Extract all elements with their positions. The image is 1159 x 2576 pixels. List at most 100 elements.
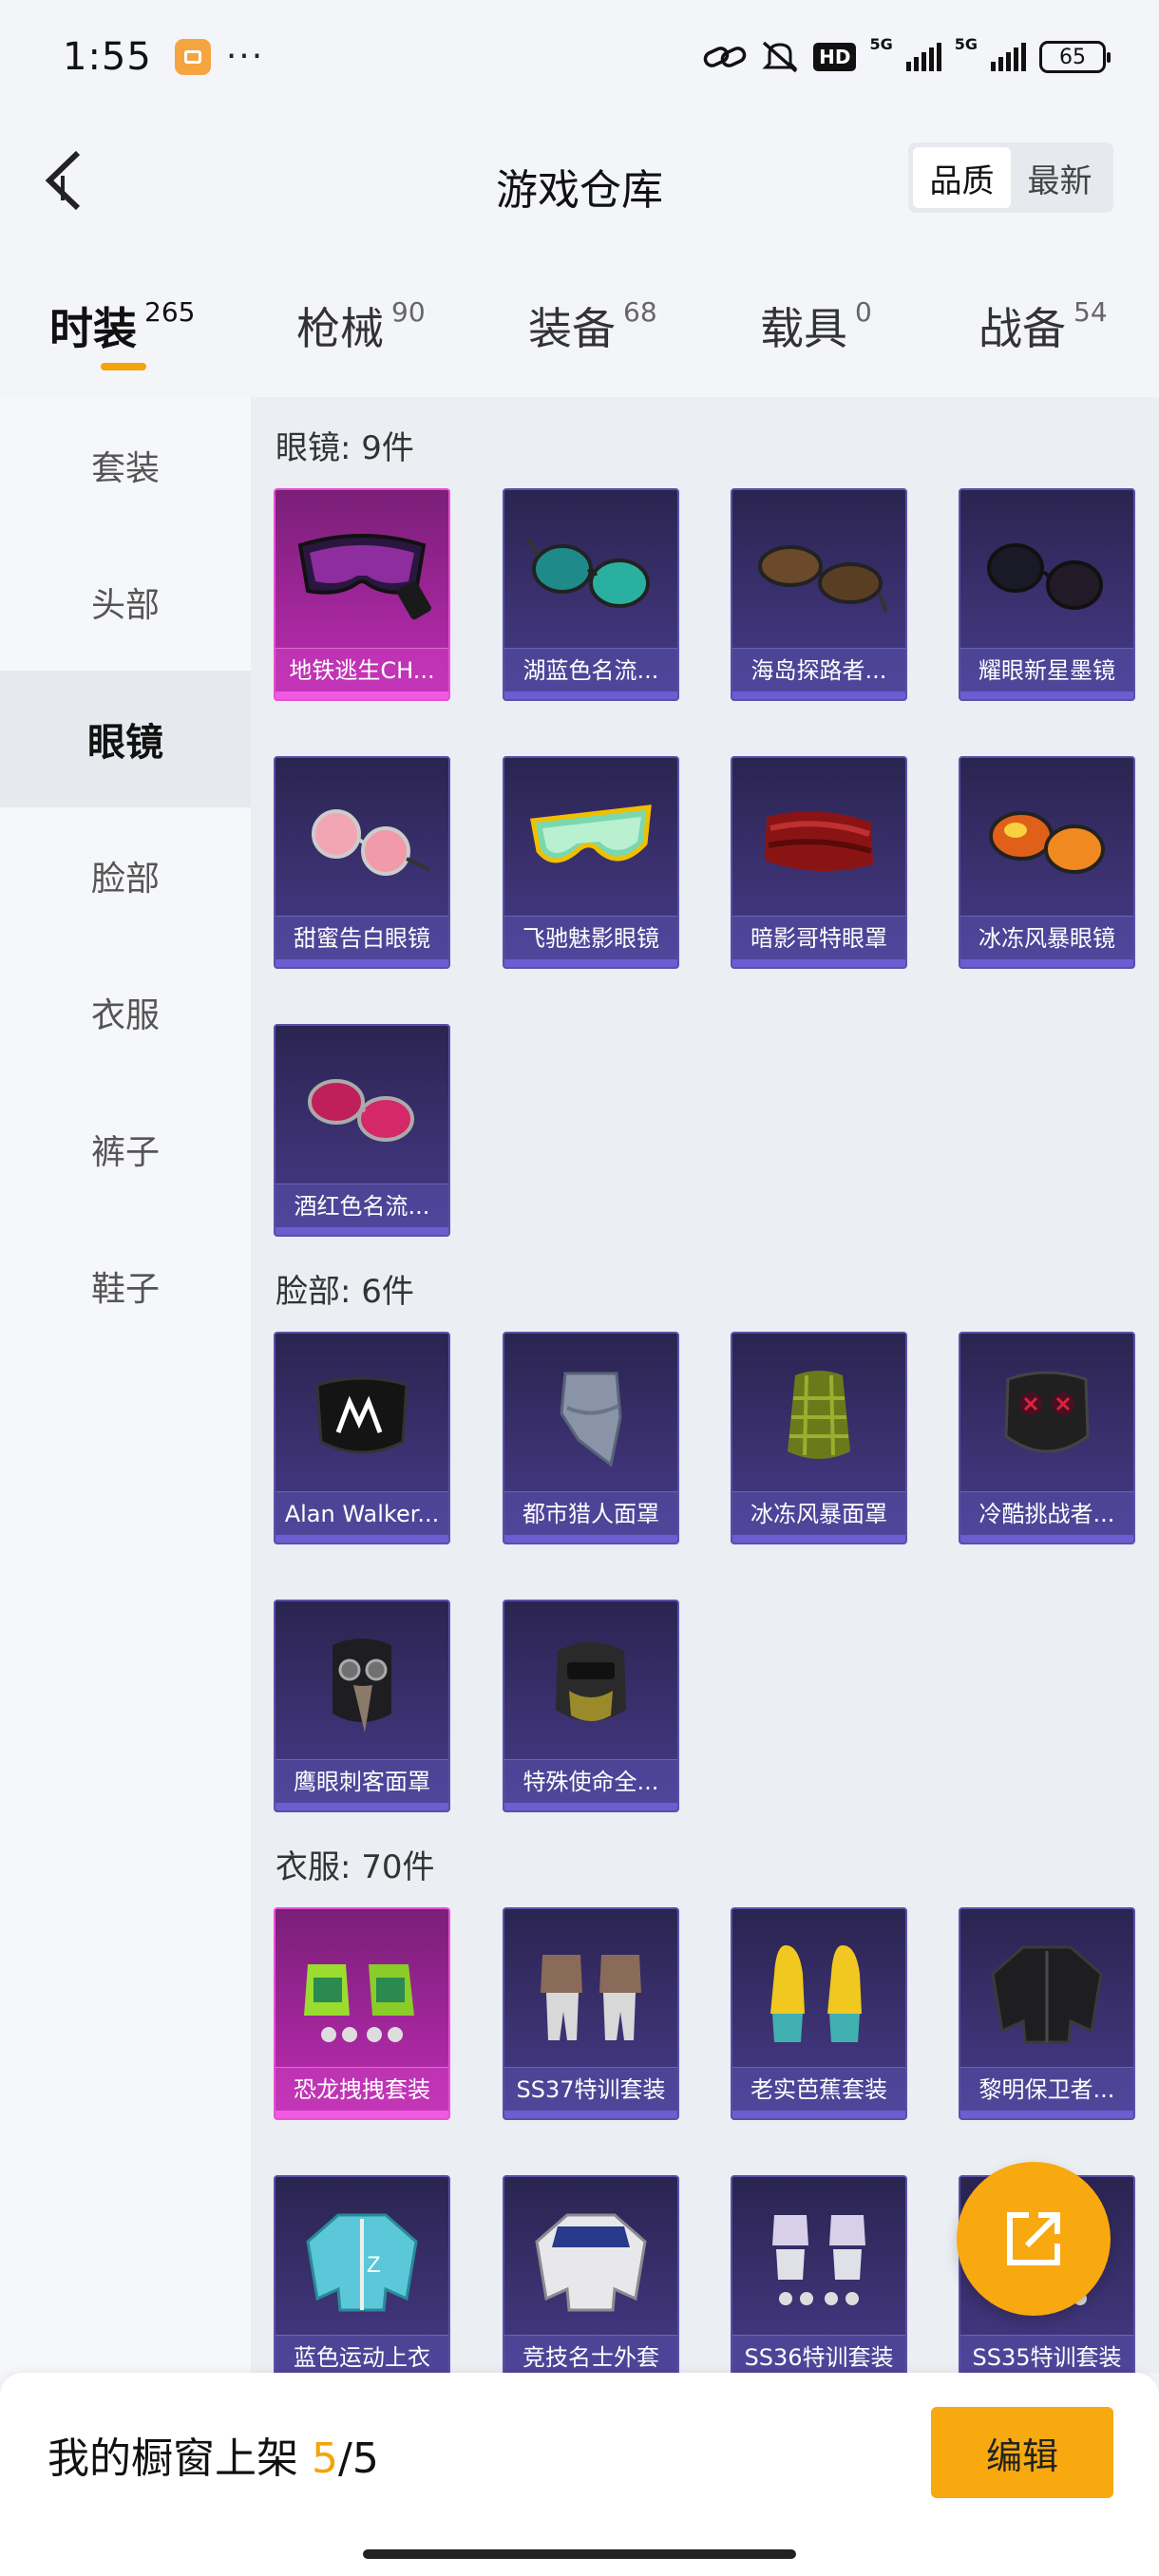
item-name: 冷酷挑战者... [960,1491,1133,1535]
edit-button[interactable]: 编辑 [931,2407,1113,2498]
sort-by-newest[interactable]: 最新 [1011,147,1109,208]
tab-label: 载具 [760,303,847,354]
item-card[interactable]: 都市猎人面罩 [503,1332,679,1544]
item-card[interactable]: 地铁逃生CH... [274,488,450,701]
header: 游戏仓库 品质 最新 [0,114,1159,247]
tab-count: 265 [144,296,196,328]
item-name: 黎明保卫者... [960,2067,1133,2111]
tab-guns[interactable]: 枪械 90 [296,294,426,357]
item-name: 飞驰魅影眼镜 [504,916,677,959]
item-card[interactable]: SS36特训套装 [731,2175,907,2373]
tab-vehicles[interactable]: 载具 0 [760,294,872,357]
item-name: 鹰眼刺客面罩 [276,1759,448,1803]
eye-patch-image [732,758,905,925]
training-suit-image [732,2177,905,2344]
tab-fashion[interactable]: 时装 265 [49,294,195,357]
item-card[interactable]: 特殊使命全... [503,1600,679,1812]
item-name: 老实芭蕉套装 [732,2067,905,2111]
tab-equipment[interactable]: 装备 68 [528,294,657,357]
bandana-image [504,1334,677,1501]
sidebar-item-pants[interactable]: 裤子 [0,1081,251,1218]
dino-suit-image [276,1909,448,2076]
item-card[interactable]: 酒红色名流... [274,1024,450,1237]
item-card[interactable]: 耀眼新星墨镜 [959,488,1135,701]
tab-count: 54 [1074,296,1108,328]
item-card[interactable]: 甜蜜告白眼镜 [274,756,450,969]
tab-combat-gear[interactable]: 战备 54 [978,294,1108,357]
sidebar-item-clothes[interactable]: 衣服 [0,944,251,1081]
signal-icon-2 [991,43,1026,71]
item-name: 竞技名士外套 [504,2335,677,2373]
tab-label: 装备 [528,303,616,354]
tab-count: 90 [391,296,426,328]
item-card[interactable]: 鹰眼刺客面罩 [274,1600,450,1812]
section-title-face: 脸部: 6件 [276,1273,414,1311]
item-name: SS36特训套装 [732,2335,905,2373]
face-mask-image [276,1334,448,1501]
item-card[interactable]: 湖蓝色名流... [503,488,679,701]
goggles-image [276,490,448,657]
showcase-separator: / [338,2434,352,2483]
tab-label: 战备 [978,303,1066,354]
item-name: 蓝色运动上衣 [276,2335,448,2373]
sidebar-item-face[interactable]: 脸部 [0,807,251,944]
item-name: 都市猎人面罩 [504,1491,677,1535]
item-card[interactable]: 冷酷挑战者... [959,1332,1135,1544]
item-grid: 眼镜: 9件 地铁逃生CH... 湖蓝色名流... 海岛探路者... 耀眼新星墨… [251,397,1159,2373]
mute-icon [760,39,800,75]
visor-glasses-image [504,758,677,925]
tab-label: 时装 [49,303,137,354]
item-name: SS35特训套装 [960,2335,1133,2373]
sort-toggle: 品质 最新 [908,142,1113,213]
item-card[interactable]: 海岛探路者... [731,488,907,701]
category-tabs: 时装 265 枪械 90 装备 68 载具 0 战备 54 [0,275,1159,380]
neck-gaiter-image [732,1334,905,1501]
item-card[interactable]: 暗影哥特眼罩 [731,756,907,969]
item-name: 耀眼新星墨镜 [960,648,1133,691]
status-time: 1:55 [63,35,152,79]
item-card[interactable]: 竞技名士外套 [503,2175,679,2373]
share-icon [1007,2212,1060,2265]
training-suit-image [504,1909,677,2076]
signal-icon-1 [905,43,941,71]
plague-mask-image [276,1601,448,1769]
item-card[interactable]: SS37特训套装 [503,1907,679,2120]
item-card[interactable]: 冰冻风暴眼镜 [959,756,1135,969]
item-card[interactable]: Alan Walker... [274,1332,450,1544]
red-glasses-image [276,1026,448,1193]
share-button[interactable] [957,2162,1111,2316]
item-card[interactable]: 老实芭蕉套装 [731,1907,907,2120]
pink-glasses-image [276,758,448,925]
orange-glasses-image [960,758,1133,925]
sidebar-item-shoes[interactable]: 鞋子 [0,1218,251,1354]
item-name: 特殊使命全... [504,1759,677,1803]
sidebar-item-glasses[interactable]: 眼镜 [0,671,251,807]
item-name: 地铁逃生CH... [276,648,448,691]
sidebar-item-suits[interactable]: 套装 [0,397,251,534]
item-card[interactable]: 飞驰魅影眼镜 [503,756,679,969]
item-name: 甜蜜告白眼镜 [276,916,448,959]
showcase-total-count: 5 [352,2434,379,2483]
item-card[interactable]: 恐龙拽拽套装 [274,1907,450,2120]
item-name: 湖蓝色名流... [504,648,677,691]
item-card[interactable]: Z 蓝色运动上衣 [274,2175,450,2373]
blue-jacket-image: Z [276,2177,448,2344]
item-card[interactable]: 黎明保卫者... [959,1907,1135,2120]
tactical-mask-image [960,1334,1133,1501]
link-icon [703,43,747,71]
sidebar: 套装 头部 眼镜 脸部 衣服 裤子 鞋子 [0,397,251,2373]
item-name: 暗影哥特眼罩 [732,916,905,959]
5g-label-1: 5G [869,35,893,53]
banana-suit-image [732,1909,905,2076]
showcase-current-count: 5 [312,2434,338,2483]
item-name: 冰冻风暴眼镜 [960,916,1133,959]
sort-by-quality[interactable]: 品质 [913,147,1011,208]
item-name: 恐龙拽拽套装 [276,2067,448,2111]
status-bar: 1:55 ··· HD 5G 5G 65 [0,0,1159,114]
home-indicator[interactable] [363,2549,796,2559]
showcase-label: 我的橱窗上架 [48,2434,298,2483]
sidebar-item-head[interactable]: 头部 [0,534,251,671]
svg-text:Z: Z [367,2252,381,2278]
item-card[interactable]: 冰冻风暴面罩 [731,1332,907,1544]
bottom-bar: 我的橱窗上架 5/5 编辑 [0,2373,1159,2576]
